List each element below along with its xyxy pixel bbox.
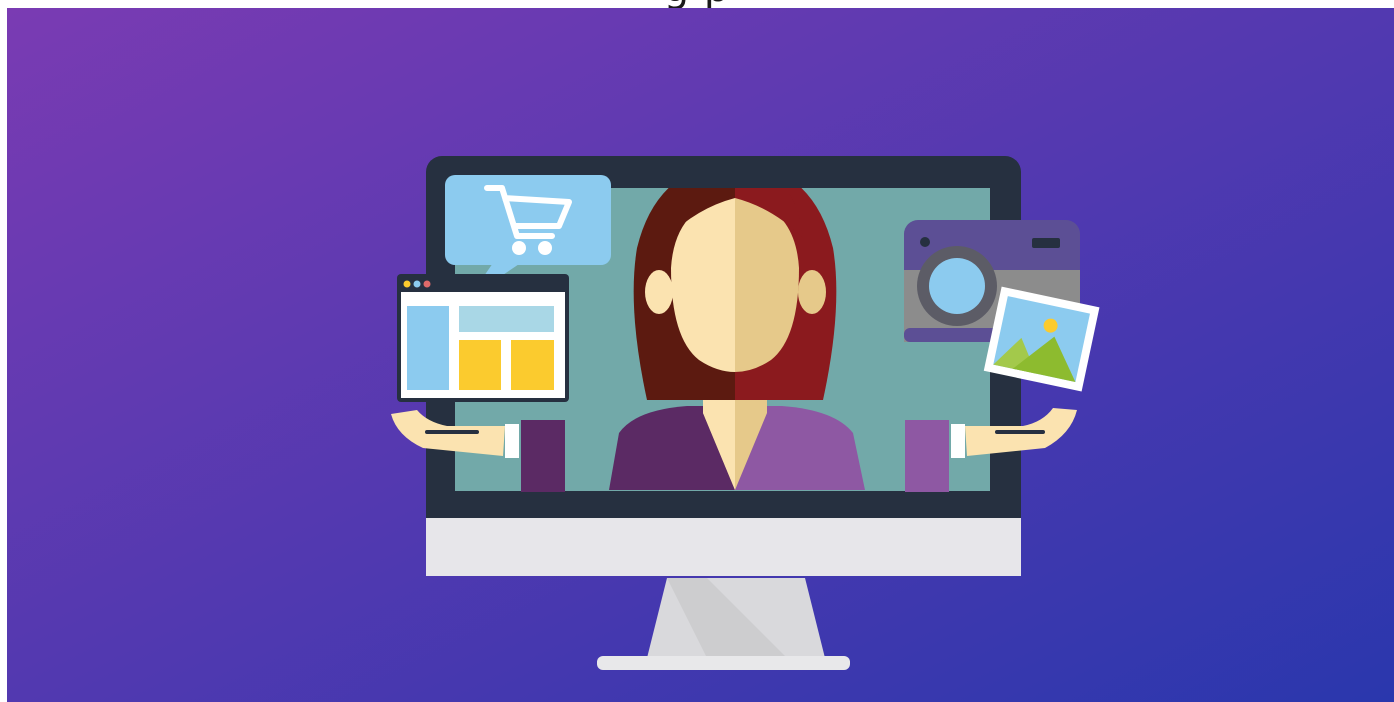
- title-bar: g p: [0, 0, 1394, 8]
- web-page-icon: [397, 274, 569, 402]
- page-title-fragment: g p: [0, 0, 1394, 8]
- hero-banner: [7, 8, 1394, 702]
- illustration: [7, 8, 1394, 702]
